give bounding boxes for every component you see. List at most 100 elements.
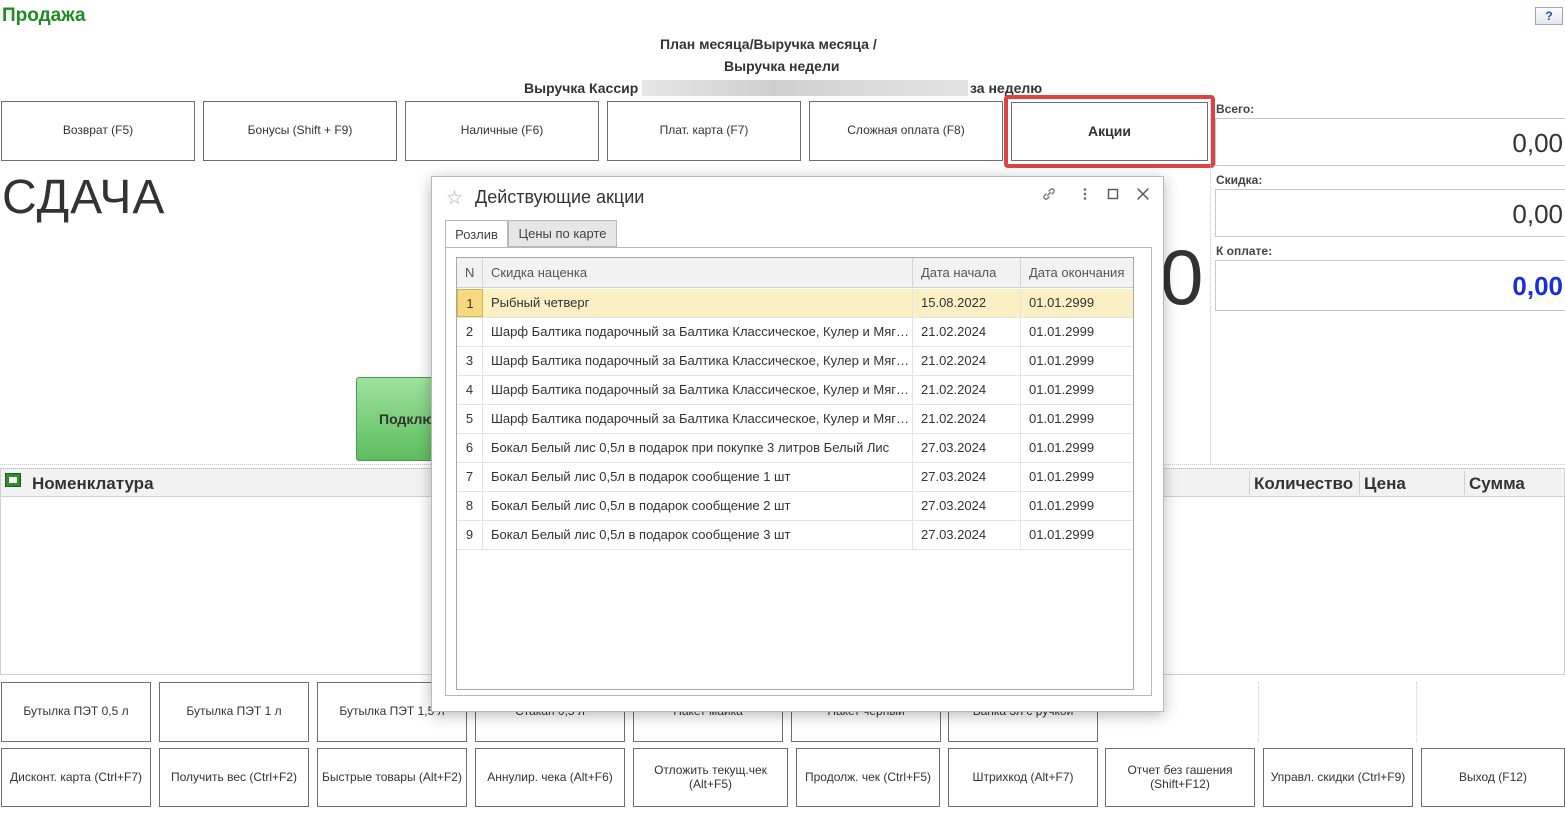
promotions-grid[interactable]: N Скидка наценка Дата начала Дата оконча…	[456, 257, 1134, 690]
end-date: 01.01.2999	[1029, 527, 1095, 542]
link-icon[interactable]	[1041, 186, 1057, 207]
window-title: Продажа	[2, 5, 86, 26]
end-date: 01.01.2999	[1029, 411, 1095, 426]
tab-panel: N Скидка наценка Дата начала Дата оконча…	[445, 247, 1152, 696]
x-report-button[interactable]: Отчет без гашения (Shift+F12)	[1105, 748, 1255, 807]
start-date: 27.03.2024	[913, 434, 1021, 462]
topay-value: 0,00	[1215, 260, 1565, 311]
more-options-icon[interactable]	[1077, 186, 1093, 207]
return-button[interactable]: Возврат (F5)	[1, 101, 195, 161]
end-date: 01.01.2999	[1029, 382, 1095, 397]
manage-discounts-button[interactable]: Управл. скидки (Ctrl+F9)	[1263, 748, 1413, 807]
end-date: 01.01.2999	[1029, 469, 1095, 484]
start-date: 21.02.2024	[913, 405, 1021, 433]
defer-receipt-button[interactable]: Отложить текущ.чек (Alt+F5)	[633, 748, 788, 807]
star-icon[interactable]: ☆	[446, 187, 463, 210]
column-quantity[interactable]: Количество	[1254, 474, 1353, 494]
continue-receipt-button[interactable]: Продолж. чек (Ctrl+F5)	[796, 748, 940, 807]
row-number: 3	[457, 347, 483, 375]
promotion-row[interactable]: 1 Рыбный четверг 15.08.2022 01.01.2999	[457, 289, 1133, 318]
row-number: 9	[457, 521, 483, 549]
row-number: 2	[457, 318, 483, 346]
empty-slot	[1258, 682, 1259, 742]
row-number: 5	[457, 405, 483, 433]
promotions-dialog: ☆ Действующие акции Цены по карте Розлив…	[431, 176, 1164, 712]
tab-rozliv[interactable]: Розлив	[445, 220, 508, 248]
start-date: 27.03.2024	[913, 492, 1021, 520]
promotion-row[interactable]: 8 Бокал Белый лис 0,5л в подарок сообщени…	[457, 492, 1133, 521]
column-price[interactable]: Цена	[1364, 474, 1406, 494]
row-number: 7	[457, 463, 483, 491]
row-number: 4	[457, 376, 483, 404]
column-sum[interactable]: Сумма	[1469, 474, 1525, 494]
total-value: 0,00	[1215, 118, 1565, 166]
spreadsheet-icon[interactable]	[5, 473, 21, 487]
promotion-name: Бокал Белый лис 0,5л в подарок сообщение…	[483, 463, 913, 491]
end-date: 01.01.2999	[1029, 295, 1095, 310]
promotion-row[interactable]: 5 Шарф Балтика подарочный за Балтика Клас…	[457, 405, 1133, 434]
total-label: Всего:	[1216, 102, 1255, 116]
promotion-row[interactable]: 7 Бокал Белый лис 0,5л в подарок сообщени…	[457, 463, 1133, 492]
promotion-name: Шарф Балтика подарочный за Балтика Класс…	[483, 347, 913, 375]
topay-label: К оплате:	[1216, 244, 1273, 258]
promotion-name: Шарф Балтика подарочный за Балтика Класс…	[483, 318, 913, 346]
get-weight-button[interactable]: Получить вес (Ctrl+F2)	[159, 748, 309, 807]
complex-payment-button[interactable]: Сложная оплата (F8)	[809, 101, 1003, 161]
promotions-button[interactable]: Акции	[1004, 95, 1215, 168]
cancel-receipt-button[interactable]: Аннулир. чека (Alt+F6)	[475, 748, 625, 807]
quick-bottle-05-button[interactable]: Бутылка ПЭТ 0,5 л	[1, 682, 151, 742]
change-value: 0	[1160, 233, 1204, 321]
dialog-title: Действующие акции	[475, 187, 645, 207]
start-date: 21.02.2024	[913, 318, 1021, 346]
column-separator	[1249, 471, 1250, 495]
promotion-name: Бокал Белый лис 0,5л в подарок при покуп…	[483, 434, 913, 462]
week-revenue-line: Выручка недели	[724, 58, 840, 74]
promotion-name: Рыбный четверг	[483, 289, 913, 317]
promotion-row[interactable]: 3 Шарф Балтика подарочный за Балтика Клас…	[457, 347, 1133, 376]
promotion-name: Шарф Балтика подарочный за Балтика Класс…	[483, 405, 913, 433]
card-payment-button[interactable]: Плат. карта (F7)	[607, 101, 801, 161]
exit-button[interactable]: Выход (F12)	[1421, 748, 1565, 807]
promotion-row[interactable]: 9 Бокал Белый лис 0,5л в подарок сообщени…	[457, 521, 1133, 550]
tab-card-prices[interactable]: Цены по карте	[508, 220, 617, 247]
end-date: 01.01.2999	[1029, 440, 1095, 455]
column-n[interactable]: N	[457, 258, 483, 288]
discount-label: Скидка:	[1216, 173, 1263, 187]
start-date: 15.08.2022	[913, 289, 1021, 317]
quick-goods-button[interactable]: Быстрые товары (Alt+F2)	[317, 748, 467, 807]
divider	[1210, 100, 1211, 464]
column-separator	[1464, 471, 1465, 495]
cashier-revenue-prefix: Выручка Кассир	[524, 80, 639, 96]
discount-value: 0,00	[1215, 189, 1565, 237]
month-plan-line: План месяца/Выручка месяца /	[660, 36, 877, 52]
promotion-row[interactable]: 6 Бокал Белый лис 0,5л в подарок при поку…	[457, 434, 1133, 463]
start-date: 21.02.2024	[913, 376, 1021, 404]
start-date: 21.02.2024	[913, 347, 1021, 375]
start-date: 27.03.2024	[913, 521, 1021, 549]
column-start-date[interactable]: Дата начала	[913, 258, 1021, 288]
cashier-name-redacted	[642, 80, 968, 96]
promotion-row[interactable]: 2 Шарф Балтика подарочный за Балтика Клас…	[457, 318, 1133, 347]
cash-button[interactable]: Наличные (F6)	[405, 101, 599, 161]
column-end-date[interactable]: Дата окончания	[1021, 258, 1133, 288]
discount-card-button[interactable]: Дисконт. карта (Ctrl+F7)	[1, 748, 151, 807]
promotions-button-label: Акции	[1011, 102, 1208, 161]
promotion-row[interactable]: 4 Шарф Балтика подарочный за Балтика Клас…	[457, 376, 1133, 405]
row-number: 6	[457, 434, 483, 462]
promotion-name: Бокал Белый лис 0,5л в подарок сообщение…	[483, 492, 913, 520]
row-number: 8	[457, 492, 483, 520]
help-button[interactable]: ?	[1535, 7, 1563, 25]
promotion-name: Бокал Белый лис 0,5л в подарок сообщение…	[483, 521, 913, 549]
column-discount[interactable]: Скидка наценка	[483, 258, 913, 288]
close-icon[interactable]	[1135, 186, 1151, 207]
quick-bottle-1-button[interactable]: Бутылка ПЭТ 1 л	[159, 682, 309, 742]
bonuses-button[interactable]: Бонусы (Shift + F9)	[203, 101, 397, 161]
maximize-icon[interactable]	[1105, 186, 1121, 207]
column-separator	[1359, 471, 1360, 495]
barcode-button[interactable]: Штрихкод (Alt+F7)	[948, 748, 1098, 807]
start-date: 27.03.2024	[913, 463, 1021, 491]
end-date: 01.01.2999	[1029, 324, 1095, 339]
column-nomenclature[interactable]: Номенклатура	[32, 474, 154, 494]
end-date: 01.01.2999	[1029, 353, 1095, 368]
change-label: СДАЧА	[2, 171, 166, 224]
